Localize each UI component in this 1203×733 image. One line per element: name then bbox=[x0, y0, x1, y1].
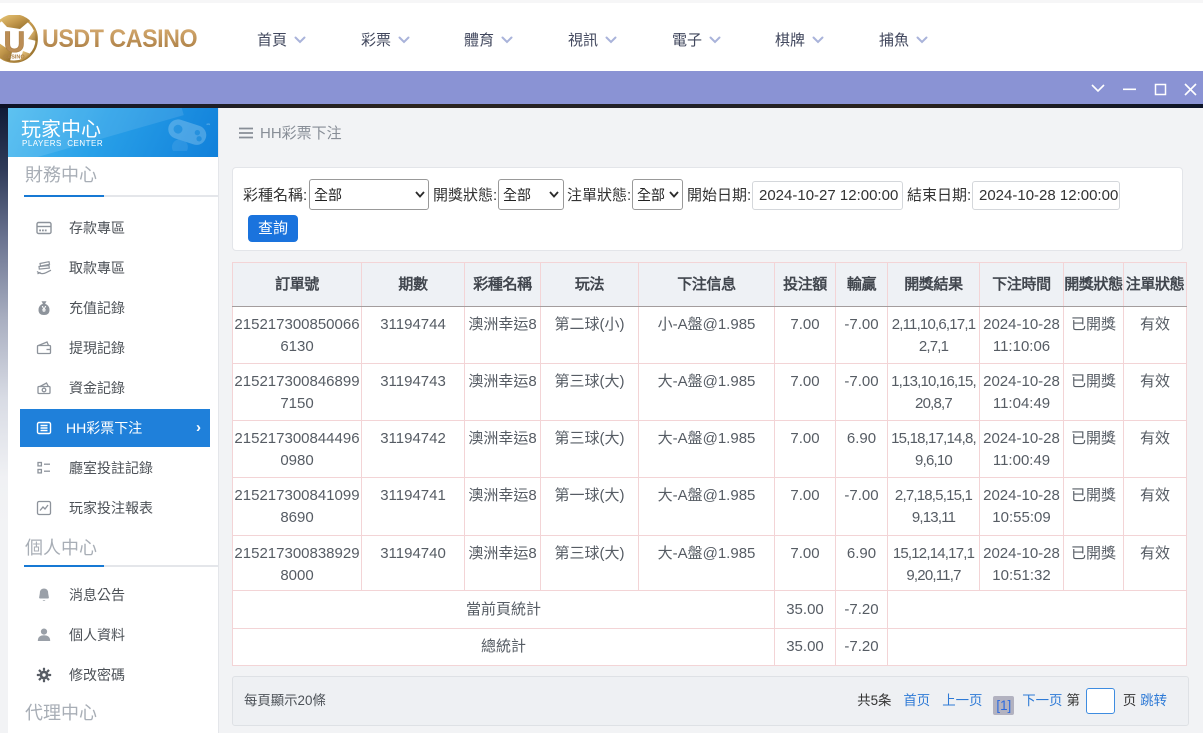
svg-text:CASINO: CASINO bbox=[3, 55, 25, 61]
svg-text:¥: ¥ bbox=[42, 305, 47, 314]
